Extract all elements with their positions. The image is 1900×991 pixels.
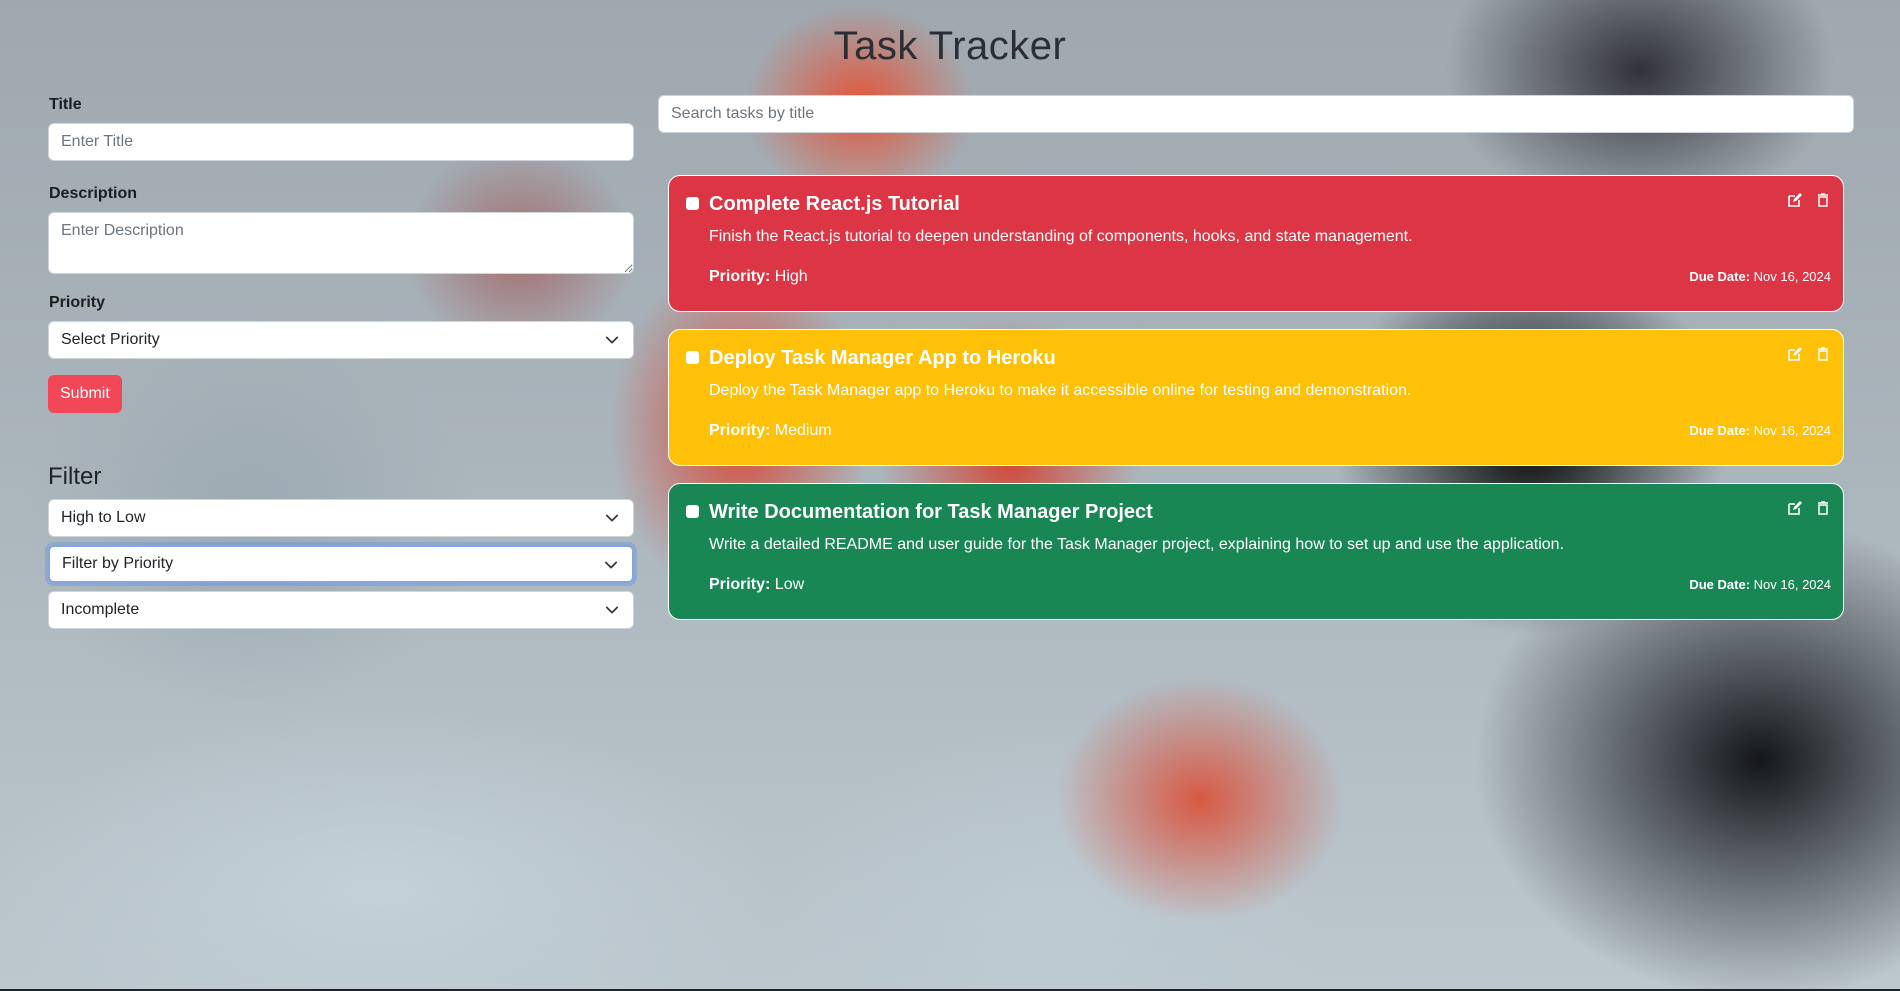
task-description: Finish the React.js tutorial to deepen u… bbox=[709, 228, 1413, 245]
priority-label: Priority: bbox=[709, 576, 771, 593]
status-filter-select[interactable]: Incomplete bbox=[48, 591, 634, 629]
priority-select[interactable]: Select Priority bbox=[48, 321, 634, 359]
due-date-label: Due Date: bbox=[1689, 577, 1751, 592]
task-card: Complete React.js Tutorial Finish the Re… bbox=[668, 175, 1844, 312]
task-description: Write a detailed README and user guide f… bbox=[709, 536, 1565, 553]
task-description: Deploy the Task Manager app to Heroku to… bbox=[709, 382, 1412, 399]
task-priority: Priority: Low bbox=[709, 576, 804, 594]
task-due-date: Due Date: Nov 16, 2024 bbox=[1689, 423, 1831, 438]
trash-icon[interactable] bbox=[1815, 192, 1831, 208]
trash-icon[interactable] bbox=[1815, 500, 1831, 516]
sort-select[interactable]: High to Low bbox=[48, 499, 634, 537]
chevron-down-icon bbox=[604, 558, 618, 572]
description-label: Description bbox=[49, 185, 138, 202]
app-title: Task Tracker bbox=[833, 24, 1067, 68]
task-priority: Priority: High bbox=[709, 268, 808, 286]
due-date-value: Nov 16, 2024 bbox=[1753, 577, 1831, 592]
edit-icon[interactable] bbox=[1787, 500, 1803, 516]
filter-controls: High to Low Filter by Priority Incomplet… bbox=[48, 499, 634, 629]
due-date-label: Due Date: bbox=[1689, 269, 1751, 284]
task-priority: Priority: Medium bbox=[709, 422, 832, 440]
title-input[interactable] bbox=[48, 123, 634, 161]
chevron-down-icon bbox=[605, 333, 619, 347]
task-list: Complete React.js Tutorial Finish the Re… bbox=[668, 175, 1844, 637]
filter-heading: Filter bbox=[48, 463, 102, 490]
edit-icon[interactable] bbox=[1787, 192, 1803, 208]
title-label: Title bbox=[49, 96, 82, 113]
due-date-value: Nov 16, 2024 bbox=[1753, 269, 1831, 284]
task-title: Deploy Task Manager App to Heroku bbox=[709, 347, 1056, 369]
description-textarea[interactable] bbox=[48, 212, 634, 274]
task-card: Write Documentation for Task Manager Pro… bbox=[668, 483, 1844, 620]
task-complete-checkbox[interactable] bbox=[686, 197, 699, 210]
priority-label: Priority bbox=[49, 294, 106, 311]
task-card: Deploy Task Manager App to Heroku Deploy… bbox=[668, 329, 1844, 466]
priority-value: High bbox=[774, 268, 808, 285]
priority-select-value: Select Priority bbox=[61, 331, 160, 348]
task-complete-checkbox[interactable] bbox=[686, 505, 699, 518]
sort-select-value: High to Low bbox=[61, 509, 146, 526]
priority-value: Low bbox=[774, 576, 805, 593]
trash-icon[interactable] bbox=[1815, 346, 1831, 362]
priority-filter-value: Filter by Priority bbox=[62, 555, 174, 572]
task-form-panel: Title Description Priority Select Priori… bbox=[48, 96, 634, 637]
task-title: Complete React.js Tutorial bbox=[709, 193, 960, 215]
chevron-down-icon bbox=[605, 511, 619, 525]
priority-label: Priority: bbox=[709, 422, 771, 439]
due-date-label: Due Date: bbox=[1689, 423, 1751, 438]
task-complete-checkbox[interactable] bbox=[686, 351, 699, 364]
priority-label: Priority: bbox=[709, 268, 771, 285]
edit-icon[interactable] bbox=[1787, 346, 1803, 362]
chevron-down-icon bbox=[605, 603, 619, 617]
search-input[interactable] bbox=[658, 95, 1854, 133]
priority-filter-select[interactable]: Filter by Priority bbox=[48, 545, 634, 583]
task-due-date: Due Date: Nov 16, 2024 bbox=[1689, 577, 1831, 592]
task-title: Write Documentation for Task Manager Pro… bbox=[709, 501, 1153, 523]
task-due-date: Due Date: Nov 16, 2024 bbox=[1689, 269, 1831, 284]
priority-value: Medium bbox=[774, 422, 832, 439]
due-date-value: Nov 16, 2024 bbox=[1753, 423, 1831, 438]
submit-button[interactable]: Submit bbox=[48, 375, 122, 413]
status-filter-value: Incomplete bbox=[61, 601, 140, 618]
